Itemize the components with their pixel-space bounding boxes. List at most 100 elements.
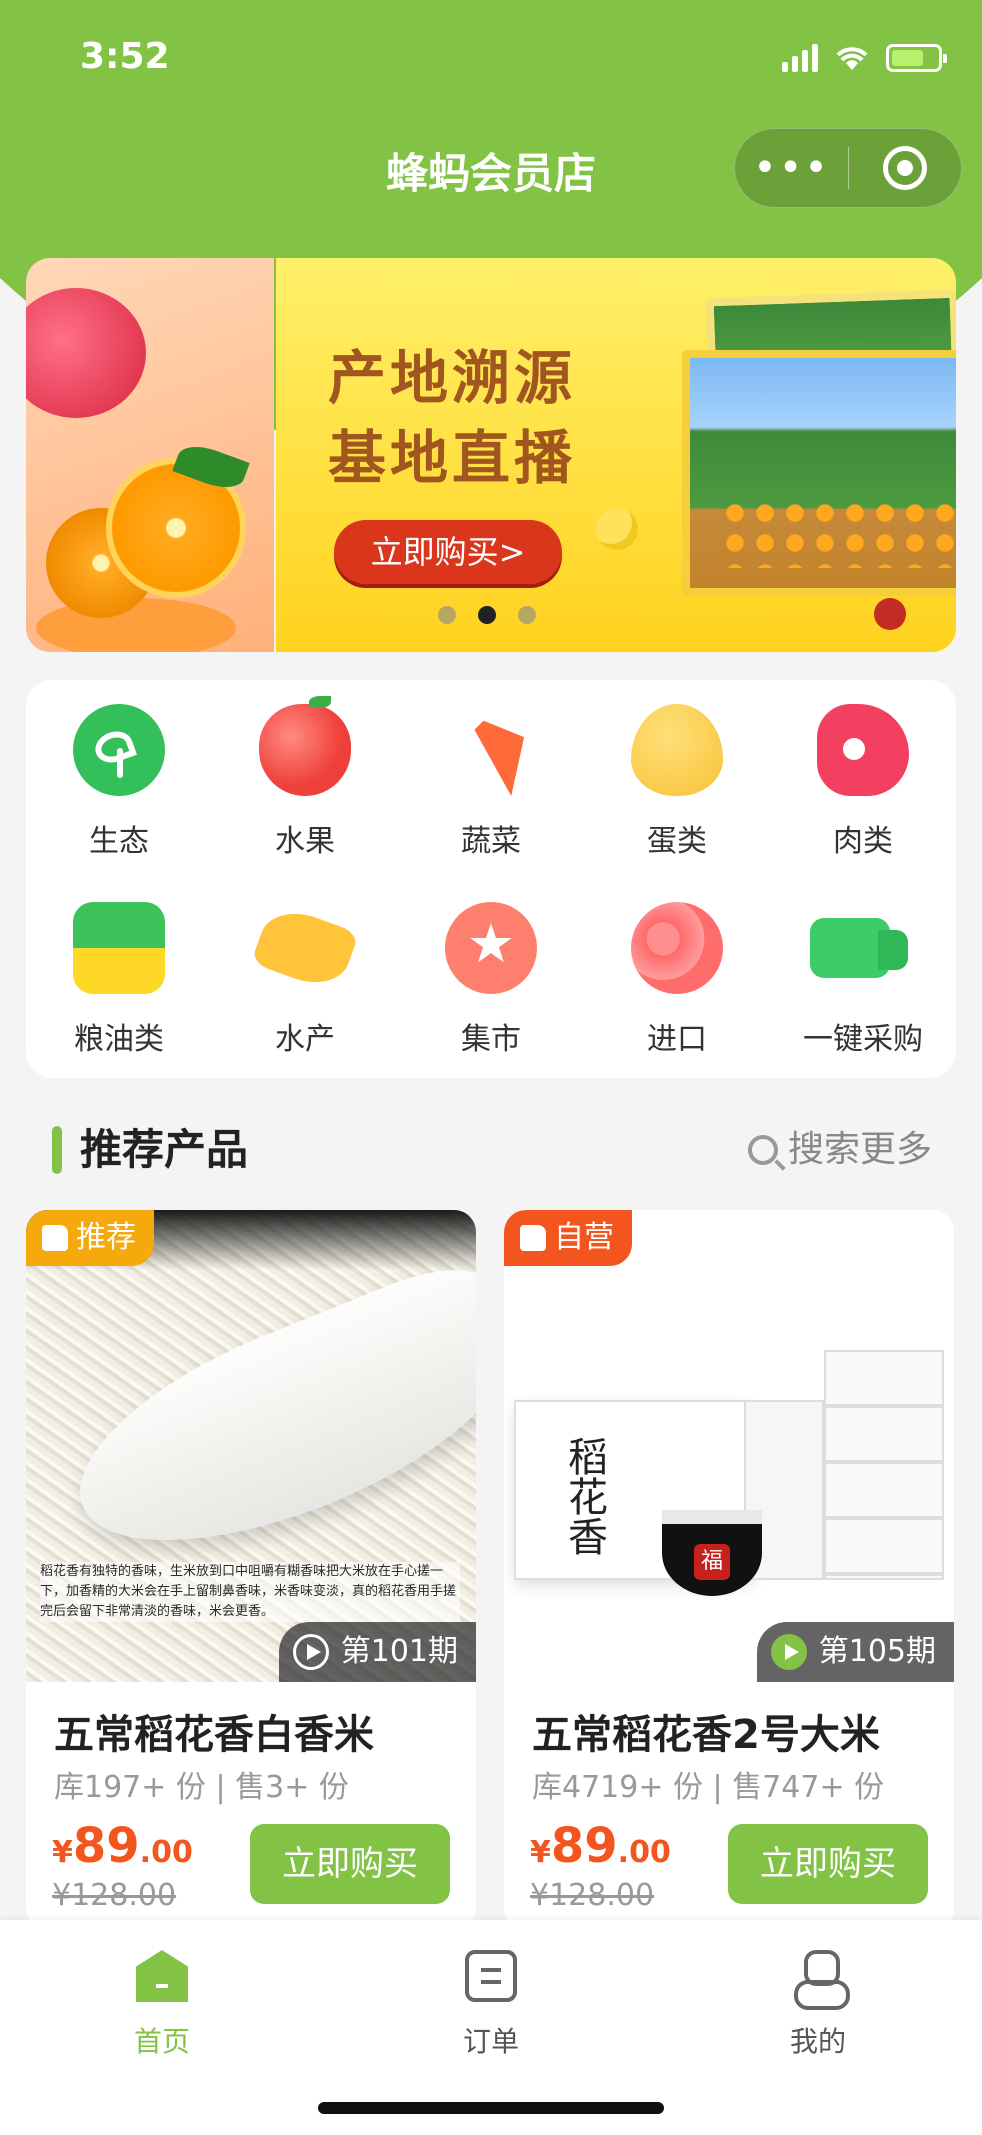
page: 3:52 蜂蚂会员店 ••• 产地溯源 基地直播 立即购买> 生态 水果 蔬菜 … — [0, 0, 982, 2135]
category-label: 肉类 — [833, 824, 893, 859]
product-name: 五常稻花香2号大米 — [532, 1712, 880, 1758]
price-currency: ¥ — [52, 1835, 73, 1870]
search-more-link[interactable]: 搜索更多 — [747, 1120, 932, 1180]
category-eco[interactable]: 生态 — [26, 686, 212, 876]
price-currency: ¥ — [530, 1835, 551, 1870]
category-vegetable[interactable]: 蔬菜 — [398, 686, 584, 876]
period-label: 第105期 — [818, 1634, 936, 1669]
dragon-fruit-image — [26, 288, 146, 418]
oil-bottle-icon — [73, 902, 165, 994]
carrot-icon — [465, 713, 525, 796]
miniprogram-capsule: ••• — [734, 128, 962, 208]
rice-bag-stack-image — [824, 1350, 944, 1580]
thumbs-up-icon — [42, 1225, 68, 1251]
category-market[interactable]: 集市 — [398, 884, 584, 1074]
product-image: 稻花香有独特的香味，生米放到口中咀嚼有糊香味把大米放在手心搓一下，加香精的大米会… — [26, 1210, 476, 1682]
category-label: 粮油类 — [74, 1022, 164, 1057]
category-grain-oil[interactable]: 粮油类 — [26, 884, 212, 1074]
original-price: ¥128.00 — [530, 1878, 655, 1913]
banner-title: 产地溯源 基地直播 — [328, 338, 576, 498]
product-card[interactable]: 稻花香有独特的香味，生米放到口中咀嚼有糊香味把大米放在手心搓一下，加香精的大米会… — [26, 1210, 476, 1930]
banner-title-line1: 产地溯源 — [328, 344, 577, 412]
target-circle-icon[interactable] — [849, 146, 961, 190]
home-icon — [136, 1950, 188, 2002]
price-integer: 89 — [550, 1818, 618, 1874]
decor-apple — [874, 598, 906, 630]
product-image-caption: 稻花香有独特的香味，生米放到口中咀嚼有糊香味把大米放在手心搓一下，加香精的大米会… — [40, 1562, 460, 1622]
play-icon — [292, 1634, 329, 1670]
egg-icon — [631, 704, 723, 796]
recommend-tag: 推荐 — [26, 1210, 154, 1266]
sprout-icon — [73, 704, 165, 796]
banner-carousel[interactable]: 产地溯源 基地直播 立即购买> — [0, 258, 982, 654]
recommended-section-header: 推荐产品 搜索更多 — [52, 1120, 932, 1180]
banner-dot-active[interactable] — [478, 606, 496, 624]
banner-slide-previous[interactable] — [26, 258, 274, 652]
category-meat[interactable]: 肉类 — [770, 686, 956, 876]
battery-icon — [886, 44, 947, 72]
section-accent-bar — [52, 1126, 62, 1174]
product-stock: 库197+ 份 | 售3+ 份 — [54, 1770, 349, 1805]
category-label: 生态 — [89, 824, 149, 859]
more-dots-icon[interactable]: ••• — [735, 128, 848, 208]
live-period-badge[interactable]: 第105期 — [756, 1622, 954, 1682]
category-grid: 生态 水果 蔬菜 蛋类 肉类 粮油类 水产 集市 — [26, 680, 956, 1078]
globe-icon — [631, 902, 723, 994]
original-price: ¥128.00 — [52, 1878, 177, 1913]
price-integer: 89 — [72, 1818, 140, 1874]
meat-icon — [817, 704, 909, 796]
buy-now-button[interactable]: 立即购买 — [250, 1824, 450, 1904]
section-title: 推荐产品 — [80, 1125, 249, 1174]
product-price: ¥89.00 — [530, 1818, 671, 1874]
category-label: 一键采购 — [803, 1022, 923, 1057]
tag-label: 推荐 — [76, 1220, 136, 1255]
period-label: 第101期 — [340, 1634, 458, 1669]
bowl-image — [662, 1510, 762, 1596]
tag-label: 自营 — [554, 1220, 614, 1255]
banner-title-line2: 基地直播 — [328, 424, 577, 492]
tab-label: 订单 — [462, 2025, 519, 2058]
tab-me[interactable]: 我的 — [738, 1940, 898, 2060]
rice-spoon-image — [49, 1250, 476, 1590]
category-seafood[interactable]: 水产 — [212, 884, 398, 1074]
banner-indicator — [438, 606, 536, 624]
truck-icon — [810, 918, 908, 978]
wifi-icon — [836, 47, 868, 70]
category-quick-purchase[interactable]: 一键采购 — [770, 884, 956, 1074]
apple-icon — [259, 696, 351, 796]
box-print-text: 稻花香 — [561, 1436, 607, 1556]
tab-orders[interactable]: 订单 — [411, 1940, 571, 2060]
fish-icon — [250, 902, 360, 994]
banner-dot[interactable] — [518, 606, 536, 624]
category-label: 进口 — [647, 1022, 707, 1057]
price-decimal: .00 — [139, 1835, 193, 1870]
live-period-badge[interactable]: 第101期 — [278, 1622, 476, 1682]
status-time: 3:52 — [80, 36, 170, 77]
thumbs-up-icon — [520, 1225, 546, 1251]
banner-buy-button[interactable]: 立即购买> — [334, 520, 562, 584]
tab-home[interactable]: 首页 — [82, 1940, 242, 2060]
product-image: 稻花香 — [504, 1210, 954, 1682]
signal-icon — [782, 44, 818, 72]
banner-slide-active[interactable]: 产地溯源 基地直播 立即购买> — [276, 258, 956, 652]
category-egg[interactable]: 蛋类 — [584, 686, 770, 876]
tab-label: 我的 — [789, 2025, 846, 2058]
category-label: 集市 — [461, 1022, 521, 1057]
category-label: 水产 — [275, 1022, 335, 1057]
decor-ball — [596, 508, 638, 550]
category-label: 水果 — [275, 824, 335, 859]
category-label: 蔬菜 — [461, 824, 521, 859]
search-icon — [747, 1135, 778, 1165]
banner-dot[interactable] — [438, 606, 456, 624]
order-icon — [465, 1950, 517, 2002]
self-operated-tag: 自营 — [504, 1210, 632, 1266]
home-indicator — [318, 2102, 664, 2114]
product-name: 五常稻花香白香米 — [54, 1712, 374, 1758]
profile-icon — [792, 1950, 850, 2010]
category-fruit[interactable]: 水果 — [212, 686, 398, 876]
category-import[interactable]: 进口 — [584, 884, 770, 1074]
tab-label: 首页 — [133, 2025, 190, 2058]
buy-now-button[interactable]: 立即购买 — [728, 1824, 928, 1904]
product-card[interactable]: 稻花香 自营 第105期 五常稻花香2号大米 库4719+ 份 | 售747+ … — [504, 1210, 954, 1930]
product-price: ¥89.00 — [52, 1818, 193, 1874]
